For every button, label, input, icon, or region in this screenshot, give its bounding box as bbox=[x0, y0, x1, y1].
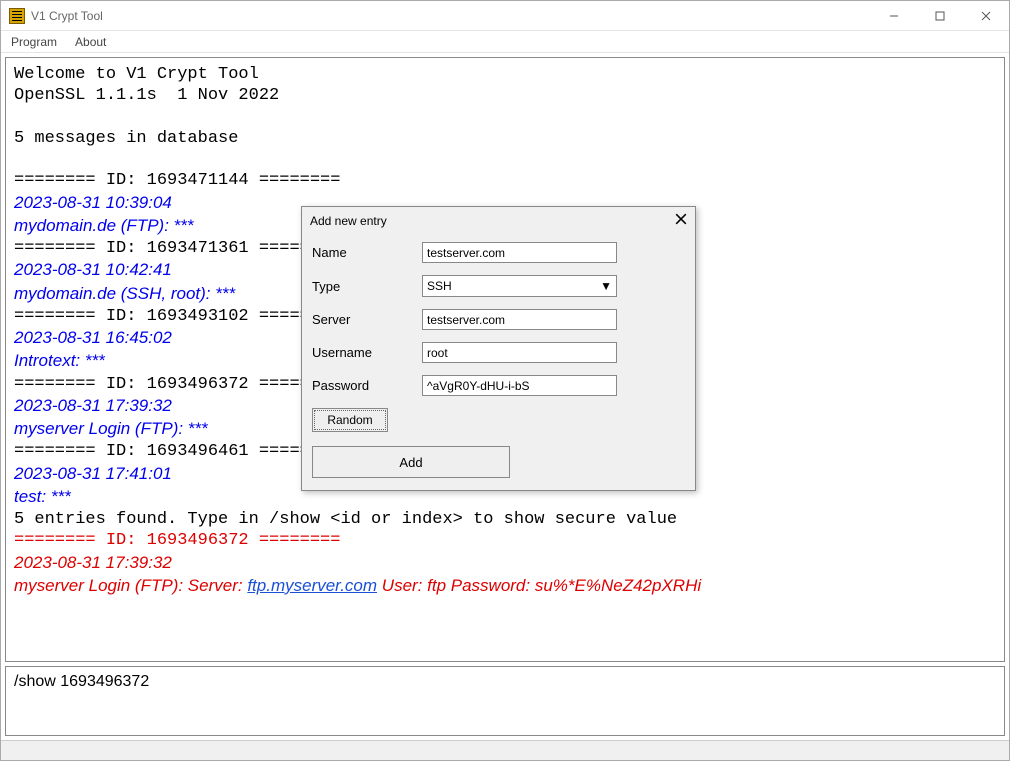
log-entry-ts: 2023-08-31 17:39:32 bbox=[14, 396, 172, 415]
close-icon[interactable] bbox=[675, 213, 687, 228]
maximize-button[interactable] bbox=[917, 1, 963, 31]
log-sep: ======== ID: 1693471361 ======== bbox=[14, 239, 340, 258]
log-show-suffix: User: ftp Password: su%*E%NeZ42pXRHi bbox=[377, 576, 701, 595]
add-entry-dialog: Add new entry Name Type SSH ▼ Server Use… bbox=[301, 206, 696, 491]
log-entry-ts: 2023-08-31 10:39:04 bbox=[14, 193, 172, 212]
minimize-button[interactable] bbox=[871, 1, 917, 31]
log-entry-name: myserver Login (FTP): *** bbox=[14, 419, 208, 438]
main-window: V1 Crypt Tool Program About Welcome to V… bbox=[0, 0, 1010, 761]
log-msgcount: 5 messages in database bbox=[14, 129, 238, 148]
username-label: Username bbox=[312, 345, 422, 360]
command-input[interactable]: /show 1693496372 bbox=[5, 666, 1005, 736]
log-sep: ======== ID: 1693496372 ======== bbox=[14, 375, 340, 394]
type-select[interactable]: SSH ▼ bbox=[422, 275, 617, 297]
log-show-line: myserver Login (FTP): Server: ftp.myserv… bbox=[14, 576, 701, 595]
log-entry-name: Introtext: *** bbox=[14, 351, 105, 370]
log-entry-name: test: *** bbox=[14, 487, 71, 506]
close-button[interactable] bbox=[963, 1, 1009, 31]
log-welcome: Welcome to V1 Crypt Tool bbox=[14, 65, 259, 84]
server-field[interactable] bbox=[422, 309, 617, 330]
log-entry-name: mydomain.de (SSH, root): *** bbox=[14, 284, 235, 303]
random-button[interactable]: Random bbox=[312, 408, 388, 432]
menubar: Program About bbox=[1, 31, 1009, 53]
log-entry-name: mydomain.de (FTP): *** bbox=[14, 216, 194, 235]
log-entry-ts: 2023-08-31 16:45:02 bbox=[14, 328, 172, 347]
name-field[interactable] bbox=[422, 242, 617, 263]
add-button[interactable]: Add bbox=[312, 446, 510, 478]
dialog-body: Name Type SSH ▼ Server Username Password bbox=[302, 232, 695, 490]
statusbar bbox=[1, 740, 1009, 760]
log-entry-ts: 2023-08-31 17:41:01 bbox=[14, 464, 172, 483]
password-label: Password bbox=[312, 378, 422, 393]
titlebar: V1 Crypt Tool bbox=[1, 1, 1009, 31]
log-sep: ======== ID: 1693493102 ======== bbox=[14, 307, 340, 326]
app-icon bbox=[9, 8, 25, 24]
log-found: 5 entries found. Type in /show <id or in… bbox=[14, 510, 677, 529]
server-label: Server bbox=[312, 312, 422, 327]
type-label: Type bbox=[312, 279, 422, 294]
window-title: V1 Crypt Tool bbox=[31, 9, 103, 23]
log-show-prefix: myserver Login (FTP): Server: bbox=[14, 576, 247, 595]
chevron-down-icon: ▼ bbox=[600, 279, 612, 293]
dialog-titlebar: Add new entry bbox=[302, 207, 695, 232]
type-value: SSH bbox=[427, 279, 452, 293]
menu-about[interactable]: About bbox=[75, 35, 106, 49]
log-show-link[interactable]: ftp.myserver.com bbox=[247, 576, 377, 595]
log-sep: ======== ID: 1693471144 ======== bbox=[14, 171, 340, 190]
name-label: Name bbox=[312, 245, 422, 260]
window-controls bbox=[871, 1, 1009, 31]
log-entry-ts: 2023-08-31 10:42:41 bbox=[14, 260, 172, 279]
log-show-ts: 2023-08-31 17:39:32 bbox=[14, 553, 172, 572]
password-field[interactable] bbox=[422, 375, 617, 396]
username-field[interactable] bbox=[422, 342, 617, 363]
log-sep-show: ======== ID: 1693496372 ======== bbox=[14, 531, 340, 550]
log-openssl: OpenSSL 1.1.1s 1 Nov 2022 bbox=[14, 86, 279, 105]
log-sep: ======== ID: 1693496461 ======== bbox=[14, 442, 340, 461]
menu-program[interactable]: Program bbox=[11, 35, 57, 49]
dialog-title: Add new entry bbox=[310, 214, 387, 228]
